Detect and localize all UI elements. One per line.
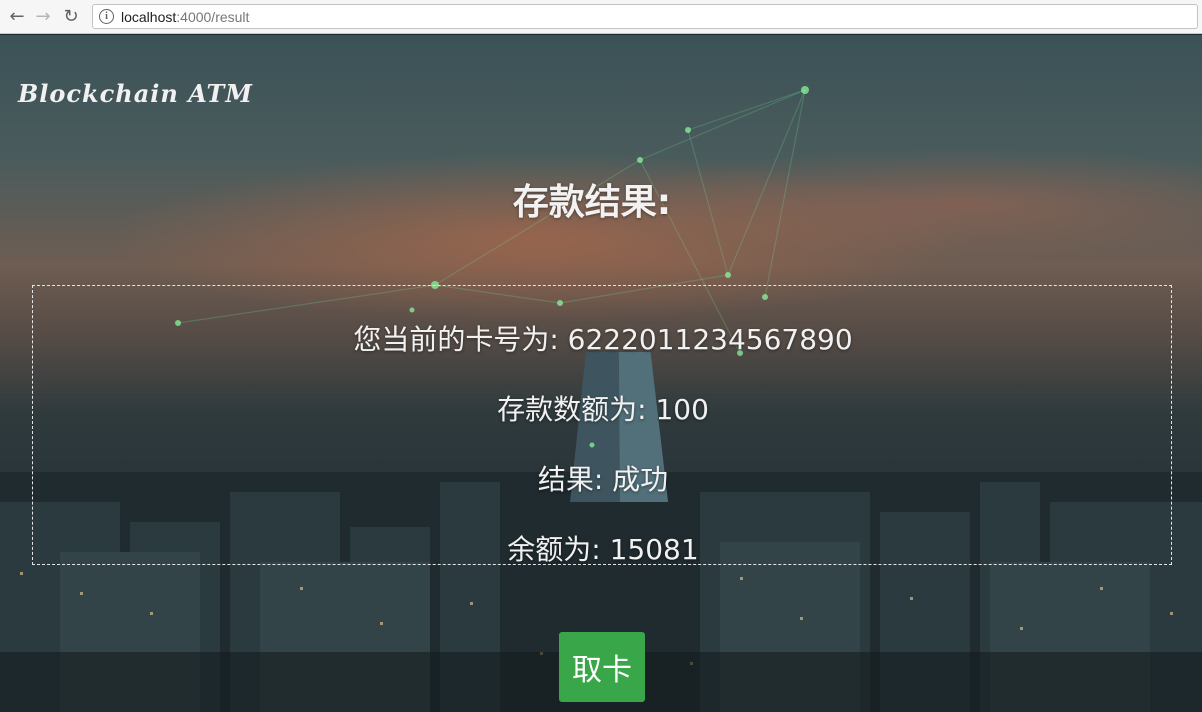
balance-text: 余额为: 15081 xyxy=(507,533,699,566)
forward-arrow-icon[interactable]: → xyxy=(32,6,54,28)
info-icon[interactable]: i xyxy=(99,9,114,24)
page-background: Blockchain ATM 存款结果: 您当前的卡号为: 6222011234… xyxy=(0,35,1202,712)
browser-toolbar: ← → ↻ i localhost :4000/result xyxy=(0,0,1202,34)
url-path: :4000/result xyxy=(176,8,250,25)
brand-logo: Blockchain ATM xyxy=(18,79,253,108)
card-number-text: 您当前的卡号为: 6222011234567890 xyxy=(353,323,853,356)
page-title: 存款结果: xyxy=(512,182,672,223)
result-status-text: 结果: 成功 xyxy=(537,463,669,496)
result-panel: 您当前的卡号为: 6222011234567890 存款数额为: 100 结果:… xyxy=(32,285,1172,566)
eject-card-button[interactable]: 取卡 xyxy=(559,632,645,702)
back-arrow-icon[interactable]: ← xyxy=(6,6,28,28)
address-bar[interactable]: i localhost :4000/result xyxy=(92,4,1198,29)
reload-icon[interactable]: ↻ xyxy=(60,6,82,28)
deposit-amount-text: 存款数额为: 100 xyxy=(497,393,709,426)
url-host: localhost xyxy=(121,8,177,25)
